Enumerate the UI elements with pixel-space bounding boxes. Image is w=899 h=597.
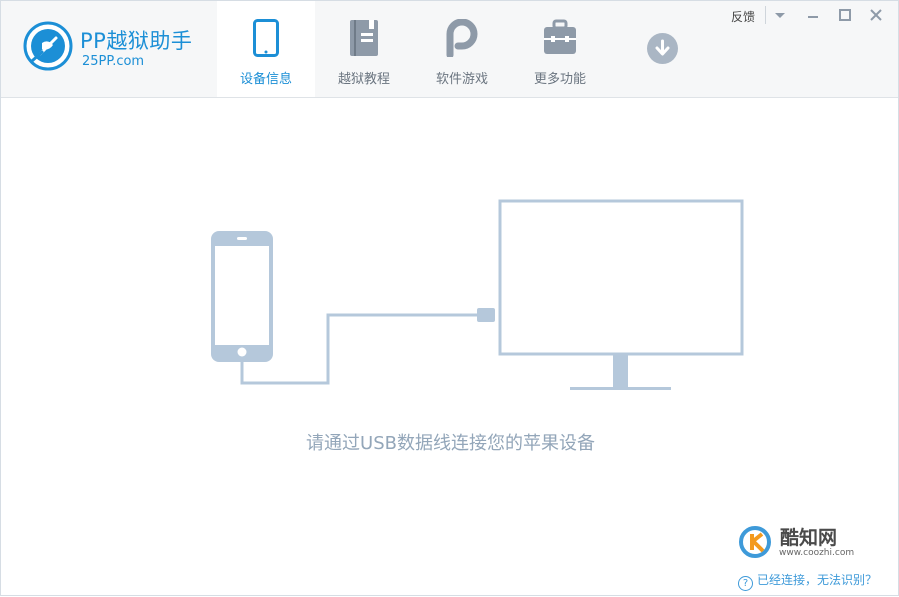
divider — [765, 6, 766, 24]
minimize-icon[interactable] — [805, 7, 821, 23]
download-button[interactable] — [647, 33, 678, 64]
close-icon[interactable] — [868, 7, 884, 23]
arrow-down-icon — [655, 39, 670, 56]
tab-label: 越狱教程 — [337, 72, 390, 87]
monitor-illustration — [498, 199, 744, 390]
app-window: PP越狱助手 25PP.com 设备信息 越狱教程 软件游戏 更多功能 反馈 请… — [0, 0, 899, 596]
tab-label: 更多功能 — [533, 72, 586, 87]
menu-dropdown-icon[interactable] — [772, 7, 788, 23]
phone-icon — [253, 19, 279, 57]
connect-usb-hint: 请通过USB数据线连接您的苹果设备 — [306, 433, 595, 454]
book-icon — [350, 20, 378, 56]
help-link-label: 已经连接，无法识别？ — [757, 573, 878, 587]
pp-jailbreak-logo — [23, 21, 73, 71]
tab-software-games[interactable]: 软件游戏 — [413, 1, 511, 97]
pp-logo-icon — [446, 19, 478, 57]
feedback-link[interactable]: 反馈 — [731, 8, 755, 25]
tab-jailbreak-tutorial[interactable]: 越狱教程 — [315, 1, 413, 97]
toolbox-icon — [544, 19, 576, 54]
watermark-title: 酷知网 — [780, 527, 838, 549]
tab-device-info[interactable]: 设备信息 — [217, 1, 315, 97]
usb-cable — [240, 313, 479, 385]
tab-more-features[interactable]: 更多功能 — [511, 1, 609, 97]
iphone-illustration — [211, 231, 273, 362]
unrecognized-device-help-link[interactable]: ? 已经连接，无法识别？ — [738, 571, 877, 591]
tab-label: 设备信息 — [239, 72, 292, 87]
top-toolbar: PP越狱助手 25PP.com 设备信息 越狱教程 软件游戏 更多功能 反馈 — [1, 1, 898, 98]
maximize-icon[interactable] — [837, 7, 853, 23]
app-name: PP越狱助手 — [80, 29, 193, 53]
help-icon: ? — [738, 576, 753, 591]
tab-label: 软件游戏 — [435, 72, 488, 87]
watermark-url: www.coozhi.com — [779, 548, 855, 558]
usb-plug — [477, 308, 495, 322]
app-domain: 25PP.com — [82, 54, 145, 69]
coozhi-watermark-logo — [739, 526, 771, 558]
